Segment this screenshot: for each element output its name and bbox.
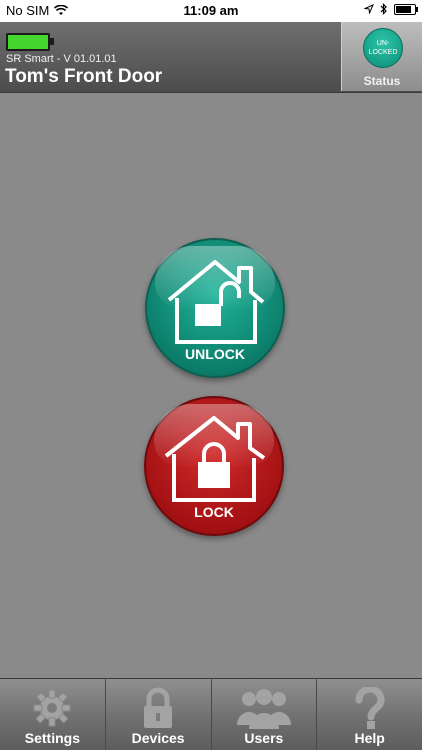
door-name: Tom's Front Door: [5, 66, 163, 87]
question-mark-icon: [355, 687, 385, 729]
bluetooth-icon: [380, 3, 387, 15]
app-header: SR Smart - V 01.01.01 Tom's Front Door U…: [0, 22, 422, 93]
status-label: Status: [363, 74, 401, 88]
lock-battery-icon: [6, 33, 54, 51]
unlock-button[interactable]: UNLOCK: [145, 238, 285, 378]
lock-label: LOCK: [194, 504, 234, 520]
status-badge: UN- LOCKED: [363, 28, 403, 68]
tab-users[interactable]: Users: [211, 678, 318, 750]
tab-settings-label: Settings: [24, 730, 80, 746]
tab-help-label: Help: [354, 730, 385, 746]
clock: 11:09 am: [183, 3, 239, 18]
tab-settings[interactable]: Settings: [0, 678, 106, 750]
app-version: SR Smart - V 01.01.01: [6, 53, 117, 65]
gear-icon: [33, 689, 71, 727]
battery-icon: [394, 3, 418, 15]
padlock-icon: [144, 687, 173, 728]
tab-help[interactable]: Help: [317, 678, 422, 750]
status-button[interactable]: UN- LOCKED Status: [341, 22, 422, 91]
tab-users-label: Users: [244, 730, 284, 746]
status-badge-text: UN- LOCKED: [368, 40, 398, 56]
location-arrow-icon: [364, 4, 374, 14]
ios-status-bar: No SIM 11:09 am: [0, 0, 422, 22]
users-group-icon: [236, 689, 291, 729]
lock-button[interactable]: LOCK: [144, 396, 284, 536]
tab-devices-label: Devices: [131, 730, 185, 746]
unlock-label: UNLOCK: [185, 346, 245, 362]
tab-bar: Settings Devices Users Help: [0, 678, 422, 750]
status-right: [364, 3, 418, 15]
tab-devices[interactable]: Devices: [105, 678, 212, 750]
